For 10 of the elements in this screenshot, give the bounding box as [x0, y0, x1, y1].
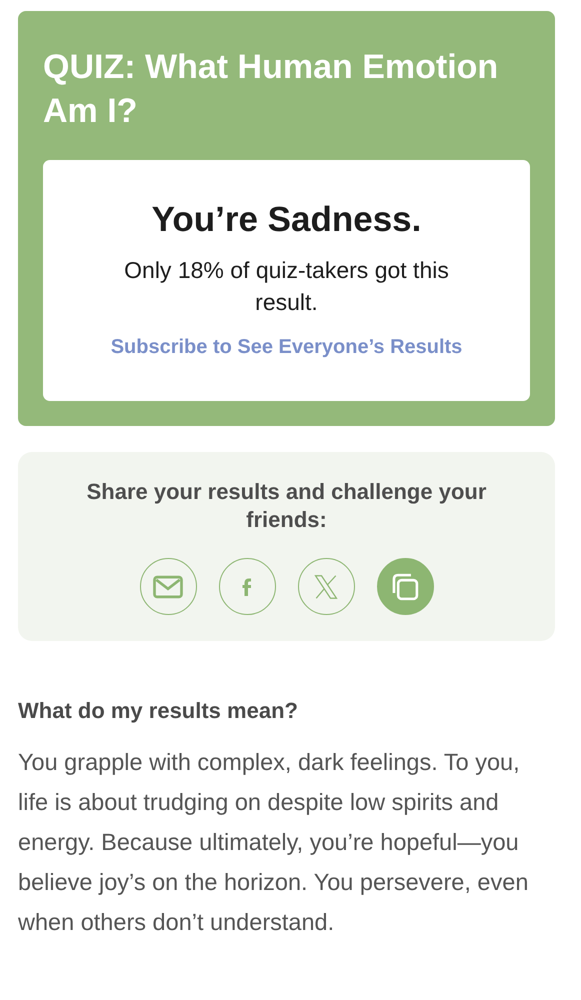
subscribe-link[interactable]: Subscribe to See Everyone’s Results: [110, 336, 462, 359]
share-heading: Share your results and challenge your friends:: [86, 478, 488, 534]
result-title: You’re Sadness.: [150, 200, 422, 240]
email-share-button[interactable]: [140, 558, 196, 615]
quiz-title: QUIZ: What Human Emotion Am I?: [43, 47, 500, 132]
meaning-text: You grapple with complex, dark feelings. To you, life is about trudging on despite low spirits and energy. Because ultimately, you’re hopeful—you believe joy’s on the horizon. You persevere, even when others don’t understand.: [18, 748, 530, 937]
result-stat: Only 18% of quiz-takers got this result.: [123, 256, 450, 317]
facebook-share-button[interactable]: [218, 558, 276, 615]
x-share-button[interactable]: [298, 558, 354, 615]
meaning-heading: What do my results mean?: [18, 698, 299, 724]
